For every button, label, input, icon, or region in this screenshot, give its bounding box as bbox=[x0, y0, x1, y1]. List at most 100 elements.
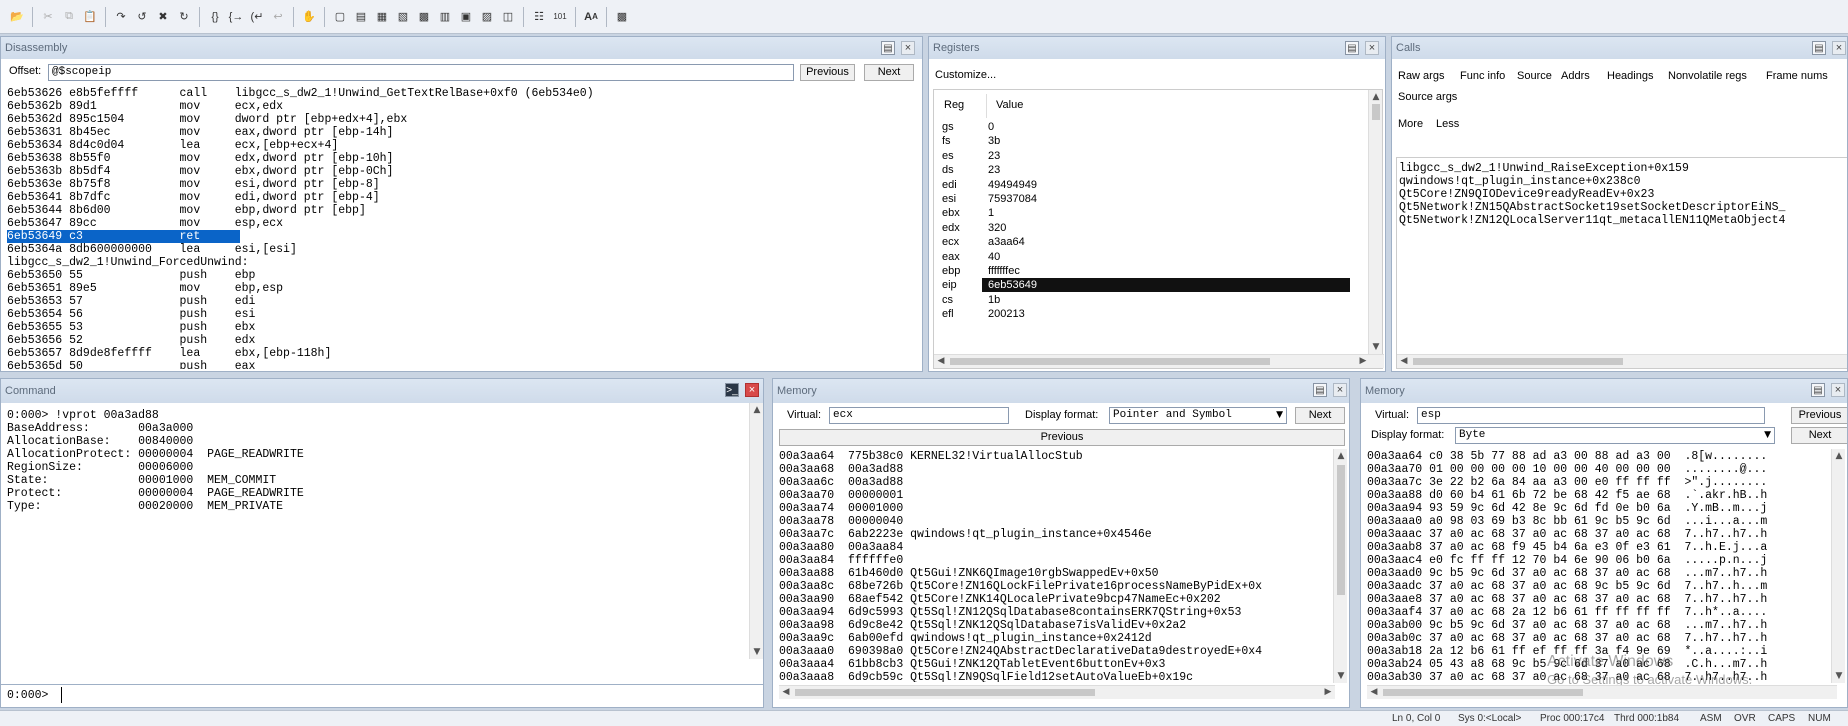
register-row[interactable]: efl 200213 bbox=[938, 307, 1358, 321]
close-icon[interactable]: × bbox=[1832, 41, 1846, 55]
register-value[interactable]: 6eb53649 bbox=[982, 278, 1350, 293]
processes-icon[interactable]: ◫ bbox=[499, 8, 517, 26]
source-option[interactable]: Source bbox=[1517, 69, 1552, 83]
virtual-address-input[interactable]: esp bbox=[1417, 407, 1765, 424]
previous-button[interactable]: Previous bbox=[800, 64, 855, 81]
memory-line[interactable]: 00a3aa94 93 59 9c 6d 42 8e 9c 6d fd 0e b… bbox=[1367, 502, 1827, 515]
command-input[interactable] bbox=[61, 687, 761, 703]
disassembly-line[interactable]: 6eb53654 56 push esi bbox=[7, 308, 919, 321]
command-vscroll[interactable]: ▲ ▼ bbox=[749, 403, 763, 659]
memory-line[interactable]: 00a3aa70 01 00 00 00 00 10 00 00 40 00 0… bbox=[1367, 463, 1827, 476]
go-up-icon[interactable]: ↩ bbox=[269, 8, 287, 26]
command-prompt-icon[interactable]: >_ bbox=[725, 383, 739, 397]
disassembly-line[interactable]: 6eb5363e 8b75f8 mov esi,dword ptr [ebp-8… bbox=[7, 178, 919, 191]
memory-line[interactable]: 00a3aa88 61b460d0 Qt5Gui!ZNK6QImage10rgb… bbox=[779, 567, 1333, 580]
scroll-left-icon[interactable]: ◀ bbox=[1367, 687, 1381, 697]
virtual-address-input[interactable]: ecx bbox=[829, 407, 1009, 424]
call-frame[interactable]: qwindows!qt_plugin_instance+0x238c0 bbox=[1399, 175, 1847, 188]
register-value[interactable]: 23 bbox=[988, 149, 1000, 163]
hand-icon[interactable]: ✋ bbox=[300, 8, 318, 26]
scroll-up-icon[interactable]: ▲ bbox=[1832, 451, 1846, 461]
memory-line[interactable]: 00a3aa64 775b38c0 KERNEL32!VirtualAllocS… bbox=[779, 450, 1333, 463]
pane-menu-icon[interactable]: ▤ bbox=[881, 41, 895, 55]
memory-line[interactable]: 00a3aa84 ffffffe0 bbox=[779, 554, 1333, 567]
disassembly-line[interactable]: 6eb53644 8b6d00 mov ebp,dword ptr [ebp] bbox=[7, 204, 919, 217]
frame-nums-option[interactable]: Frame nums bbox=[1766, 69, 1828, 83]
register-value[interactable]: 200213 bbox=[988, 307, 1025, 321]
memory-contents[interactable]: 00a3aa64 775b38c0 KERNEL32!VirtualAllocS… bbox=[779, 450, 1333, 682]
display-format-select[interactable]: Byte ▼ bbox=[1455, 427, 1775, 444]
disassembly-line[interactable]: 6eb5364a 8db600000000 lea esi,[esi] bbox=[7, 243, 919, 256]
register-value[interactable]: 23 bbox=[988, 163, 1000, 177]
scroll-right-icon[interactable]: ▶ bbox=[1356, 356, 1370, 366]
disassembly-line[interactable]: 6eb5365d 50 push eax bbox=[7, 360, 919, 369]
step-out-icon[interactable]: {} bbox=[206, 8, 224, 26]
memory-line[interactable]: 00a3aaa8 6d9cb59c Qt5Sql!ZN9QSqlField12s… bbox=[779, 671, 1333, 682]
open-icon[interactable]: 📂 bbox=[8, 8, 26, 26]
memory-contents[interactable]: 00a3aa64 c0 38 5b 77 88 ad a3 00 88 ad a… bbox=[1367, 450, 1827, 682]
scroll-down-icon[interactable]: ▼ bbox=[750, 647, 763, 657]
scroll-thumb[interactable] bbox=[950, 358, 1270, 365]
copy-icon[interactable]: ⧉ bbox=[60, 8, 78, 26]
call-frame[interactable]: Qt5Network!ZN12QLocalServer11qt_metacall… bbox=[1399, 214, 1847, 227]
scroll-thumb[interactable] bbox=[1372, 104, 1380, 120]
call-frame[interactable]: Qt5Core!ZN9QIODevice9readyReadEv+0x23 bbox=[1399, 188, 1847, 201]
nonvolatile-regs-option[interactable]: Nonvolatile regs bbox=[1668, 69, 1747, 83]
memory-line[interactable]: 00a3aa70 00000001 bbox=[779, 489, 1333, 502]
memory-line[interactable]: 00a3aaa4 61bb8cb3 Qt5Gui!ZNK12QTabletEve… bbox=[779, 658, 1333, 671]
command-output-line[interactable]: State: 00001000 MEM_COMMIT bbox=[7, 474, 747, 487]
step-into-icon[interactable]: ↷ bbox=[112, 8, 130, 26]
memory-line[interactable]: 00a3aa90 68aef542 Qt5Core!ZNK14QLocalePr… bbox=[779, 593, 1333, 606]
register-row[interactable]: eip 6eb53649 bbox=[938, 278, 1358, 293]
scroll-thumb[interactable] bbox=[1337, 465, 1345, 595]
disassembly-line[interactable]: 6eb53650 55 push ebp bbox=[7, 269, 919, 282]
register-value[interactable]: a3aa64 bbox=[988, 235, 1025, 249]
disassembly-line[interactable]: 6eb53647 89cc mov esp,ecx bbox=[7, 217, 919, 230]
disassembly-line[interactable]: 6eb53651 89e5 mov ebp,esp bbox=[7, 282, 919, 295]
scratch-pad-icon[interactable]: ▨ bbox=[478, 8, 496, 26]
register-row[interactable]: fs 3b bbox=[938, 134, 1358, 148]
close-icon[interactable]: × bbox=[1365, 41, 1379, 55]
memory-line[interactable]: 00a3aa9c 6ab00efd qwindows!qt_plugin_ins… bbox=[779, 632, 1333, 645]
less-button[interactable]: Less bbox=[1436, 117, 1459, 131]
disassembly-line[interactable]: 6eb53641 8b7dfc mov edi,dword ptr [ebp-4… bbox=[7, 191, 919, 204]
memory-line[interactable]: 00a3aaa0 a0 98 03 69 b3 8c bb 61 9c b5 9… bbox=[1367, 515, 1827, 528]
step-over-icon[interactable]: ↺ bbox=[133, 8, 151, 26]
memory-hscroll[interactable]: ◀ bbox=[1367, 685, 1837, 699]
disassembly-line[interactable]: 6eb53649 c3 ret bbox=[7, 230, 240, 243]
memory-line[interactable]: 00a3aa8c 68be726b Qt5Core!ZN16QLockFileP… bbox=[779, 580, 1333, 593]
scroll-down-icon[interactable]: ▼ bbox=[1369, 342, 1383, 352]
watch-window-icon[interactable]: ▤ bbox=[352, 8, 370, 26]
register-value[interactable]: 75937084 bbox=[988, 192, 1037, 206]
scroll-up-icon[interactable]: ▲ bbox=[750, 405, 763, 415]
source-args-option[interactable]: Source args bbox=[1398, 90, 1457, 104]
disassembly-line[interactable]: 6eb53634 8d4c0d04 lea ecx,[ebp+ecx+4] bbox=[7, 139, 919, 152]
disassembly-line[interactable]: 6eb53626 e8b5feffff call libgcc_s_dw2_1!… bbox=[7, 87, 919, 100]
register-row[interactable]: cs 1b bbox=[938, 293, 1358, 307]
memory-line[interactable]: 00a3aa94 6d9c5993 Qt5Sql!ZN12QSqlDatabas… bbox=[779, 606, 1333, 619]
disassembly-line[interactable]: libgcc_s_dw2_1!Unwind_ForcedUnwind: bbox=[7, 256, 919, 269]
registers-hscroll[interactable]: ◀ ▶ bbox=[934, 354, 1384, 368]
disassembly-line[interactable]: 6eb53653 57 push edi bbox=[7, 295, 919, 308]
memory-vscroll[interactable]: ▲ ▼ bbox=[1333, 449, 1347, 683]
break-icon[interactable]: ✖ bbox=[154, 8, 172, 26]
disassembly-listing[interactable]: 6eb53626 e8b5feffff call libgcc_s_dw2_1!… bbox=[7, 87, 919, 369]
disassembly-line[interactable]: 6eb53657 8d9de8feffff lea ebx,[ebp-118h] bbox=[7, 347, 919, 360]
registers-vscroll[interactable]: ▲ ▼ bbox=[1368, 90, 1382, 354]
command-window-icon[interactable]: ▢ bbox=[331, 8, 349, 26]
register-row[interactable]: eax 40 bbox=[938, 250, 1358, 264]
call-frame[interactable]: Qt5Network!ZN15QAbstractSocket19setSocke… bbox=[1399, 201, 1847, 214]
register-row[interactable]: ebx 1 bbox=[938, 206, 1358, 220]
restart-icon[interactable]: ↻ bbox=[175, 8, 193, 26]
next-button[interactable]: Next bbox=[1295, 407, 1345, 424]
disassembly-window-icon[interactable]: ▣ bbox=[457, 8, 475, 26]
call-frames[interactable]: libgcc_s_dw2_1!Unwind_RaiseException+0x1… bbox=[1399, 162, 1847, 332]
display-format-select[interactable]: Pointer and Symbol ▼ bbox=[1109, 407, 1287, 424]
memory-line[interactable]: 00a3aaa0 690398a0 Qt5Core!ZN24QAbstractD… bbox=[779, 645, 1333, 658]
scroll-thumb[interactable] bbox=[1413, 358, 1623, 365]
scroll-thumb[interactable] bbox=[795, 689, 1095, 696]
customize-button[interactable]: Customize... bbox=[935, 68, 996, 83]
close-icon[interactable]: × bbox=[745, 383, 759, 397]
cut-icon[interactable]: ✂ bbox=[39, 8, 57, 26]
disassembly-line[interactable]: 6eb53631 8b45ec mov eax,dword ptr [ebp-1… bbox=[7, 126, 919, 139]
